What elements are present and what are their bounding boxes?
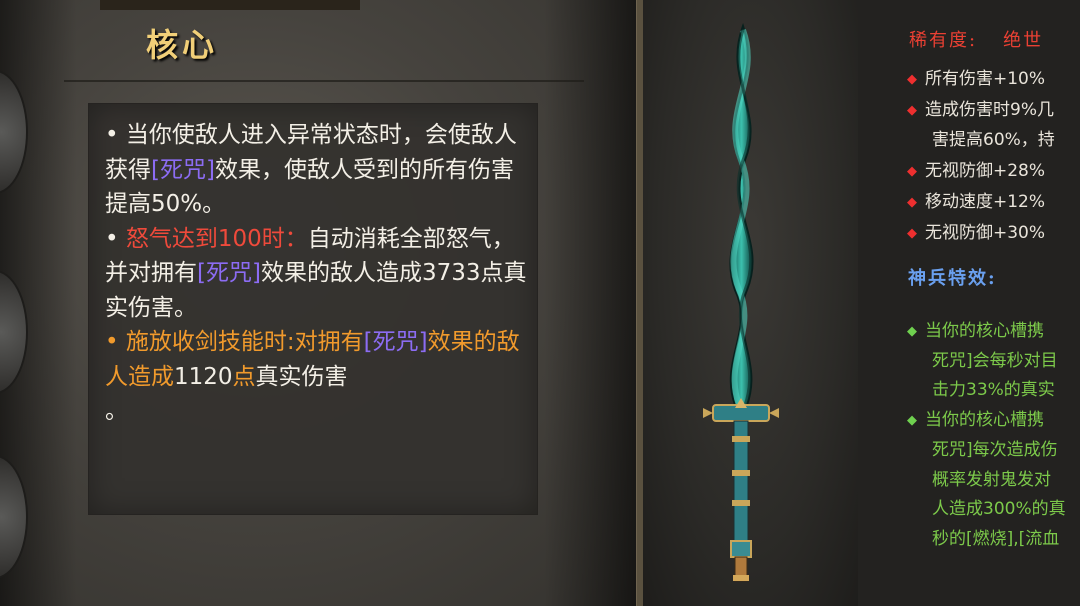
special-effect-line-continued: 秒的[燃烧],[流血 — [932, 529, 1060, 549]
red-diamond-icon: ◆ — [907, 72, 917, 87]
red-diamond-icon: ◆ — [907, 195, 917, 210]
panel-top-frame — [100, 0, 360, 10]
special-effect-line-continued: 死咒]会每秒对目 — [932, 351, 1058, 371]
special-effect-title: 神兵特效: — [908, 268, 997, 289]
curse-tag: [死咒] — [363, 329, 428, 355]
red-diamond-icon: ◆ — [907, 164, 917, 179]
sword-icon — [703, 22, 779, 582]
rarity-value: 绝世 — [1003, 30, 1044, 51]
stat-line-continued: 害提高60%，持 — [932, 130, 1055, 150]
special-effect-line-continued: 人造成300%的真 — [932, 499, 1066, 519]
green-diamond-icon: ◆ — [907, 324, 917, 339]
red-diamond-icon: ◆ — [907, 103, 917, 118]
core-section-title: 核心 — [146, 26, 219, 64]
curse-tag: [死咒] — [151, 156, 215, 183]
skill-condition: • 施放收剑技能时:对拥有 — [105, 329, 364, 355]
red-diamond-icon: ◆ — [907, 226, 917, 241]
special-effect-line: ◆ 当你的核心槽携 — [907, 321, 1044, 341]
stat-line: ◆ 移动速度+12% — [907, 192, 1046, 212]
rarity-label: 稀有度: — [909, 30, 978, 51]
stat-line: ◆ 所有伤害+10% — [907, 69, 1046, 89]
special-effect-line: ◆ 当你的核心槽携 — [907, 410, 1044, 430]
core-description-text: • 当你使敌人进入异常状态时，会使敌人获得[死咒]效果，使敌人受到的所有伤害提高… — [105, 122, 527, 424]
stat-line: ◆ 无视防御+30% — [907, 223, 1046, 243]
special-effect-line-continued: 死咒]每次造成伤 — [932, 440, 1058, 460]
green-diamond-icon: ◆ — [907, 413, 917, 428]
stat-line: ◆ 无视防御+28% — [907, 161, 1046, 181]
special-effect-line-continued: 击力33%的真实 — [932, 380, 1055, 400]
rarity-row: 稀有度: 绝世 — [909, 26, 1043, 52]
stat-line: ◆ 造成伤害时9%几 — [907, 100, 1054, 120]
curse-tag: [死咒] — [197, 260, 261, 286]
anger-condition: 怒气达到100时： — [125, 225, 308, 252]
title-divider — [64, 80, 584, 82]
special-effect-line-continued: 概率发射鬼发对 — [932, 470, 1051, 490]
